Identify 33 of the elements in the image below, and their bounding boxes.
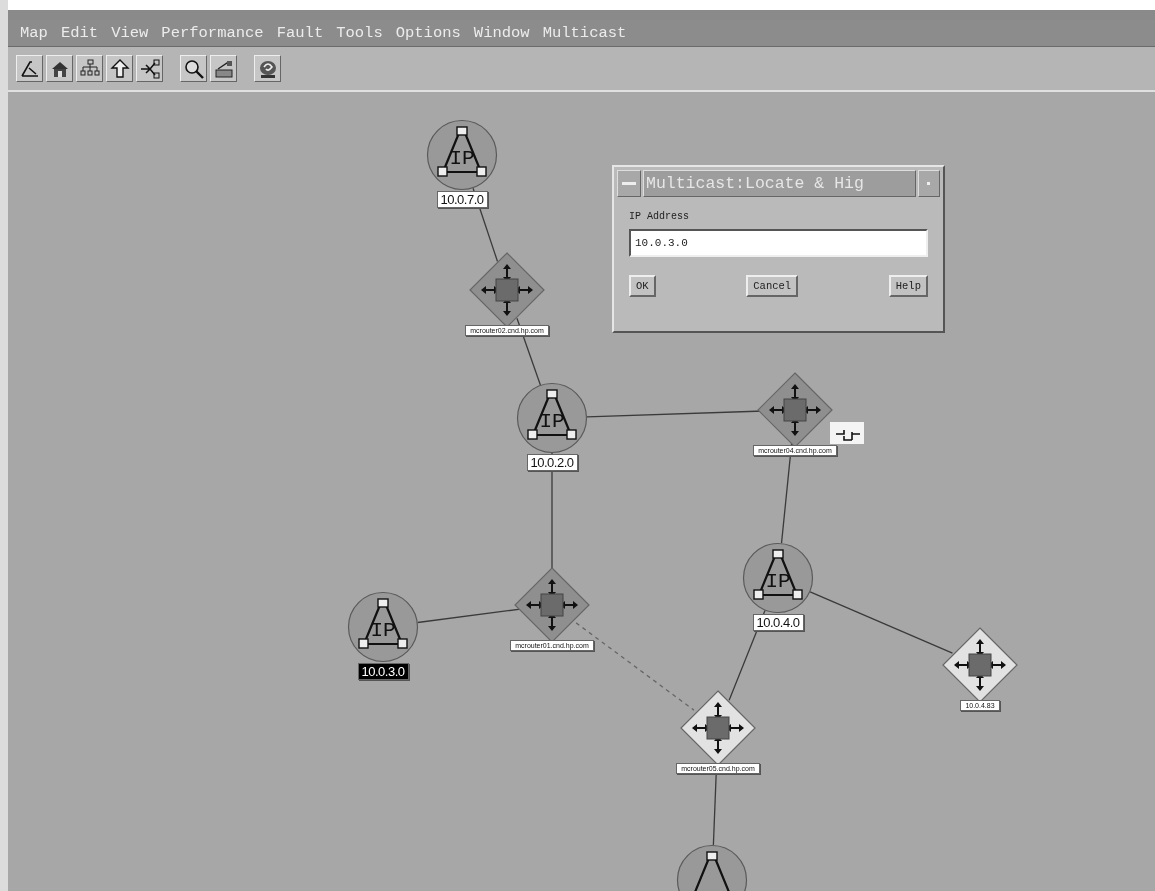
window-menu-button[interactable] <box>617 170 641 197</box>
dialog-button[interactable]: Cancel <box>746 275 799 297</box>
pan-button[interactable] <box>210 55 237 82</box>
field-label: IP Address <box>629 211 690 222</box>
router-icon[interactable] <box>680 690 756 766</box>
node-label[interactable]: 10.0.7.0 <box>436 191 488 208</box>
dialog-title: Multicast:Locate & Hig <box>643 170 916 197</box>
dialog-button[interactable]: Help <box>888 275 928 297</box>
router-icon[interactable] <box>514 567 590 643</box>
zoom-button[interactable] <box>180 55 207 82</box>
router-icon[interactable] <box>757 372 833 448</box>
ip-network-icon[interactable]: IP <box>516 382 588 454</box>
ip-network-icon[interactable]: IP <box>347 591 419 663</box>
home-button[interactable] <box>46 55 73 82</box>
node-label[interactable]: 10.0.3.0 <box>357 663 409 680</box>
quick-navigator-button[interactable] <box>136 55 163 82</box>
dialog-button[interactable]: OK <box>629 275 656 297</box>
up-arrow-icon <box>108 57 131 80</box>
close-map-button[interactable] <box>16 55 43 82</box>
node-label[interactable]: 10.0.2.0 <box>526 454 578 471</box>
ip-network-icon[interactable]: IP <box>742 542 814 614</box>
node-label[interactable]: 10.0.4.0 <box>752 614 804 631</box>
connector-icon <box>830 422 864 444</box>
ip-address-field[interactable]: 10.0.3.0 <box>629 229 928 257</box>
ip-network-icon[interactable]: IP <box>426 119 498 191</box>
up-button[interactable] <box>106 55 133 82</box>
router-icon[interactable] <box>469 252 545 328</box>
root-button[interactable] <box>76 55 103 82</box>
minimize-button[interactable] <box>918 170 940 197</box>
search-icon <box>182 57 205 80</box>
branch-icon <box>138 57 161 80</box>
dash-icon <box>622 181 636 186</box>
router-icon[interactable] <box>942 627 1018 703</box>
